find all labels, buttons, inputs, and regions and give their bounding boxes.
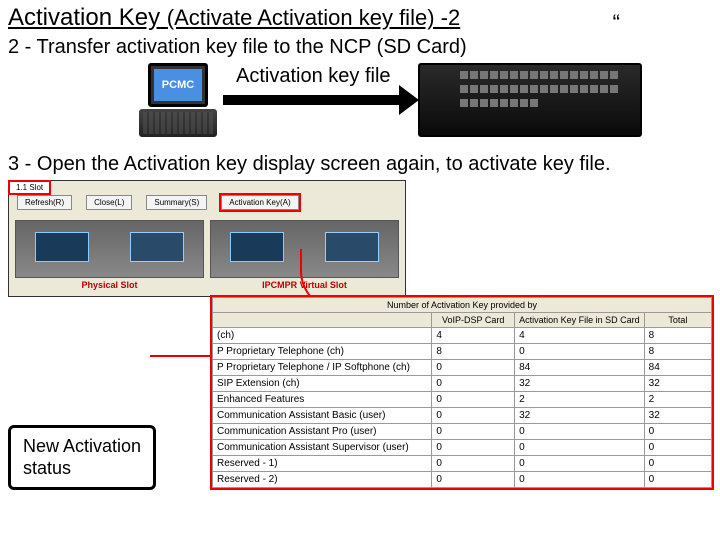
laptop-screen-label: PCMC bbox=[154, 69, 202, 101]
step-3-text: 3 - Open the Activation key display scre… bbox=[0, 153, 720, 180]
table-cell: 32 bbox=[515, 376, 645, 392]
new-activation-status-callout: New Activation status bbox=[8, 425, 156, 490]
table-cell: 0 bbox=[515, 344, 645, 360]
title-main: Activation Key bbox=[8, 4, 160, 31]
table-row: SIP Extension (ch)03232 bbox=[213, 376, 712, 392]
table-cell: Communication Assistant Basic (user) bbox=[213, 408, 432, 424]
table-row: P Proprietary Telephone / IP Softphone (… bbox=[213, 360, 712, 376]
table-cell: 0 bbox=[515, 472, 645, 488]
physical-slot-image bbox=[15, 220, 204, 278]
table-row: Communication Assistant Pro (user)000 bbox=[213, 424, 712, 440]
table-cell: 32 bbox=[644, 408, 711, 424]
table-row: (ch)448 bbox=[213, 328, 712, 344]
table-cell: Communication Assistant Supervisor (user… bbox=[213, 440, 432, 456]
table-cell: 32 bbox=[515, 408, 645, 424]
table-row: Reserved - 2)000 bbox=[213, 472, 712, 488]
arrow-icon bbox=[223, 95, 403, 105]
table-cell: 84 bbox=[515, 360, 645, 376]
table-cell: Reserved - 1) bbox=[213, 456, 432, 472]
table-cell: 8 bbox=[644, 328, 711, 344]
table-cell: P Proprietary Telephone / IP Softphone (… bbox=[213, 360, 432, 376]
table-cell: 0 bbox=[432, 360, 515, 376]
refresh-button[interactable]: Refresh(R) bbox=[17, 195, 72, 210]
step-2-text: 2 - Transfer activation key file to the … bbox=[0, 32, 720, 63]
activation-key-button[interactable]: Activation Key(A) bbox=[221, 195, 298, 210]
col-total: Total bbox=[644, 313, 711, 328]
summary-button[interactable]: Summary(S) bbox=[146, 195, 207, 210]
table-cell: 0 bbox=[432, 424, 515, 440]
arrow-label: Activation key file bbox=[236, 65, 391, 88]
table-cell: 4 bbox=[432, 328, 515, 344]
slot-screenshot: 1.1 Slot Refresh(R) Close(L) Summary(S) … bbox=[8, 180, 406, 297]
table-cell: 8 bbox=[432, 344, 515, 360]
slot-tab[interactable]: 1.1 Slot bbox=[8, 180, 51, 195]
transfer-diagram: PCMC Activation key file bbox=[8, 63, 712, 153]
pbx-device-icon bbox=[418, 63, 642, 137]
activation-key-table-panel: Number of Activation Key provided by VoI… bbox=[210, 295, 714, 490]
table-cell: (ch) bbox=[213, 328, 432, 344]
close-button[interactable]: Close(L) bbox=[86, 195, 132, 210]
red-callout-line-2 bbox=[150, 355, 212, 467]
table-cell: 0 bbox=[644, 424, 711, 440]
table-cell: 2 bbox=[644, 392, 711, 408]
table-cell: 32 bbox=[644, 376, 711, 392]
col-file: Activation Key File in SD Card bbox=[515, 313, 645, 328]
table-cell: 0 bbox=[432, 472, 515, 488]
table-cell: 0 bbox=[432, 376, 515, 392]
table-cell: 0 bbox=[432, 408, 515, 424]
table-cell: Enhanced Features bbox=[213, 392, 432, 408]
table-cell: 84 bbox=[644, 360, 711, 376]
physical-slot-label: Physical Slot bbox=[15, 278, 204, 294]
laptop-icon: PCMC bbox=[138, 63, 218, 143]
table-row: Communication Assistant Supervisor (user… bbox=[213, 440, 712, 456]
callout-text: New Activation status bbox=[23, 436, 141, 478]
table-cell: 2 bbox=[515, 392, 645, 408]
virtual-slot-image bbox=[210, 220, 399, 278]
table-cell: Reserved - 2) bbox=[213, 472, 432, 488]
table-cell: 0 bbox=[644, 456, 711, 472]
table-cell: SIP Extension (ch) bbox=[213, 376, 432, 392]
slot-toolbar: Refresh(R) Close(L) Summary(S) Activatio… bbox=[9, 181, 405, 216]
table-cell: 4 bbox=[515, 328, 645, 344]
table-row: P Proprietary Telephone (ch)808 bbox=[213, 344, 712, 360]
table-cell: 0 bbox=[515, 424, 645, 440]
table-cell: 0 bbox=[515, 456, 645, 472]
table-cell: 0 bbox=[515, 440, 645, 456]
table-cell: P Proprietary Telephone (ch) bbox=[213, 344, 432, 360]
col-dsp: VoIP-DSP Card bbox=[432, 313, 515, 328]
col-feature bbox=[213, 313, 432, 328]
table-cell: 8 bbox=[644, 344, 711, 360]
table-cell: 0 bbox=[644, 472, 711, 488]
activation-key-table: VoIP-DSP Card Activation Key File in SD … bbox=[212, 312, 712, 488]
title-sub: (Activate Activation key file) -2 bbox=[167, 5, 460, 30]
table-cell: 0 bbox=[432, 440, 515, 456]
table-row: Communication Assistant Basic (user)0323… bbox=[213, 408, 712, 424]
table-cell: 0 bbox=[644, 440, 711, 456]
virtual-slot-label: IPCMPR Virtual Slot bbox=[210, 278, 399, 294]
table-cell: Communication Assistant Pro (user) bbox=[213, 424, 432, 440]
quote-mark: “ bbox=[613, 10, 620, 36]
table-superheader: Number of Activation Key provided by bbox=[212, 297, 712, 312]
table-row: Reserved - 1)000 bbox=[213, 456, 712, 472]
table-cell: 0 bbox=[432, 392, 515, 408]
table-row: Enhanced Features022 bbox=[213, 392, 712, 408]
table-cell: 0 bbox=[432, 456, 515, 472]
